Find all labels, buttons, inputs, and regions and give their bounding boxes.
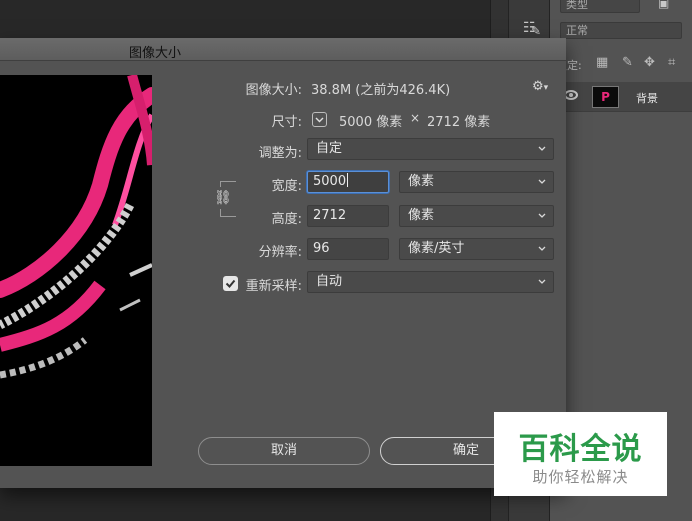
- chain-link-icon[interactable]: ⛓: [214, 187, 232, 209]
- chevron-down-icon: [538, 213, 546, 218]
- dimensions-unit-toggle[interactable]: [312, 112, 327, 127]
- resolution-value: 96: [313, 241, 330, 256]
- dimensions-separator: ×: [410, 111, 421, 125]
- height-label: 高度:: [271, 212, 302, 227]
- height-unit-select[interactable]: 像素: [399, 205, 554, 227]
- lock-brush-icon[interactable]: ✎: [622, 55, 633, 70]
- cancel-button[interactable]: 取消: [198, 437, 370, 465]
- width-unit-value: 像素: [408, 174, 435, 189]
- dialog-title: 图像大小: [128, 46, 181, 61]
- image-size-dialog: 图像大小 图像大小: 38.8M (之前为426.4K) ⚙▾ 尺寸: 5000: [0, 38, 566, 488]
- width-value: 5000: [313, 174, 347, 189]
- chevron-down-icon: [538, 279, 546, 284]
- blend-mode-value: 正常: [566, 24, 588, 37]
- image-filter-icon[interactable]: ▣: [658, 0, 669, 10]
- photoshop-window: ☷ ✎ 类型 ▣ 正常 锁定: ▦ ✎ ✥ ⌗ P 背景 图像大小 图像大小: …: [0, 0, 692, 521]
- height-unit-value: 像素: [408, 208, 435, 223]
- text-caret: [347, 173, 349, 187]
- chevron-down-icon: [538, 246, 546, 251]
- image-size-value: 38.8M (之前为426.4K): [311, 83, 451, 98]
- lock-row: 锁定: ▦ ✎ ✥ ⌗: [556, 52, 692, 72]
- dimensions-width-value: 5000 像素: [339, 115, 403, 130]
- dimensions-height-value: 2712 像素: [427, 115, 491, 130]
- resolution-input[interactable]: 96: [307, 238, 389, 260]
- gear-icon[interactable]: ⚙▾: [532, 79, 552, 95]
- layer-kind-filter[interactable]: 类型: [560, 0, 640, 13]
- dimensions-label: 尺寸:: [271, 115, 302, 130]
- jellyfish-preview-image: [0, 75, 152, 466]
- watermark-title: 百科全说: [518, 432, 643, 467]
- layer-thumbnail: P: [592, 86, 619, 108]
- chevron-down-icon: [538, 146, 546, 151]
- checkmark-icon: [225, 279, 236, 288]
- height-input[interactable]: 2712: [307, 205, 389, 227]
- watermark-subtitle: 助你轻松解决: [532, 468, 629, 486]
- resolution-unit-select[interactable]: 像素/英寸: [399, 238, 554, 260]
- blend-mode-select[interactable]: 正常: [560, 22, 682, 39]
- fit-to-select[interactable]: 自定: [307, 138, 554, 160]
- resolution-unit-value: 像素/英寸: [408, 241, 465, 256]
- watermark-logo: 百科全说 助你轻松解决: [494, 412, 667, 496]
- resample-label: 重新采样:: [245, 279, 302, 294]
- lock-transparent-icon[interactable]: ▦: [596, 55, 608, 70]
- width-unit-select[interactable]: 像素: [399, 171, 554, 193]
- height-value: 2712: [313, 208, 347, 223]
- lock-move-icon[interactable]: ✥: [644, 55, 655, 70]
- layer-name: 背景: [636, 92, 658, 105]
- resample-checkbox[interactable]: [223, 276, 238, 291]
- width-label: 宽度:: [271, 179, 302, 194]
- layer-kind-label: 类型: [566, 0, 588, 11]
- width-input[interactable]: 5000: [307, 171, 389, 193]
- fit-to-label: 调整为:: [258, 146, 302, 161]
- lock-artboard-icon[interactable]: ⌗: [668, 55, 675, 70]
- resample-method-select[interactable]: 自动: [307, 271, 554, 293]
- resolution-label: 分辨率:: [258, 245, 302, 260]
- dialog-titlebar[interactable]: 图像大小: [0, 39, 566, 61]
- chevron-down-icon: [538, 179, 546, 184]
- fit-to-value: 自定: [316, 141, 343, 156]
- layer-row[interactable]: P 背景: [556, 82, 692, 112]
- visibility-eye-icon[interactable]: [564, 90, 578, 100]
- brush-icon[interactable]: ✎: [531, 24, 541, 38]
- image-preview[interactable]: [0, 75, 152, 466]
- image-size-label: 图像大小:: [245, 83, 302, 98]
- resample-method-value: 自动: [316, 274, 343, 289]
